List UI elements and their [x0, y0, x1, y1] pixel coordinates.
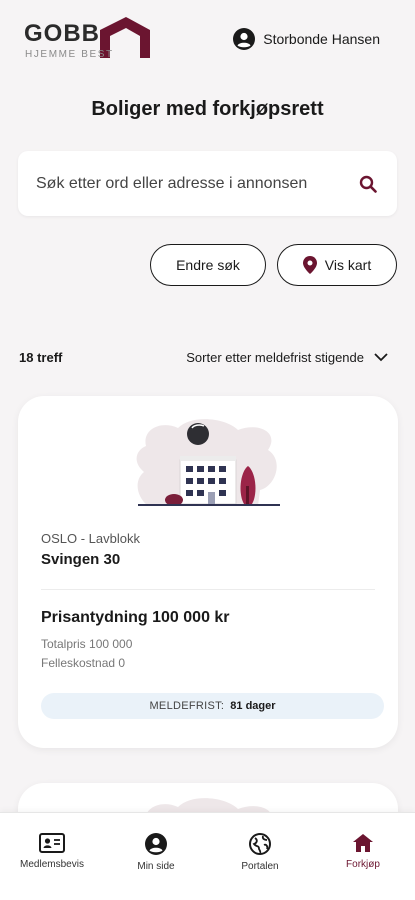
listing-address: Svingen 30: [41, 551, 121, 568]
card-divider: [41, 589, 375, 590]
tab-forkjop[interactable]: Forkjøp: [311, 833, 415, 870]
logo-wordmark: GOBB: [24, 20, 100, 47]
listing-location: OSLO - Lavblokk: [41, 531, 140, 546]
deadline-badge: MELDEFRIST: 81 dager: [41, 693, 384, 719]
map-pin-icon: [302, 256, 317, 274]
result-count: 18 treff: [19, 350, 63, 365]
tab-min-side[interactable]: Min side: [104, 833, 208, 872]
apartment-building-illustration: [136, 419, 280, 506]
show-map-button[interactable]: Vis kart: [277, 244, 397, 286]
app-header: GOBB HJEMME BEST Storbonde Hansen: [0, 0, 415, 80]
search-bar: [18, 151, 397, 216]
user-avatar-icon: [233, 28, 256, 50]
user-menu[interactable]: Storbonde Hansen: [233, 28, 380, 50]
listing-card[interactable]: OSLO - Lavblokk Svingen 30 Prisantydning…: [18, 396, 398, 748]
listing-shared-cost: Felleskostnad 0: [41, 656, 126, 670]
deadline-label: MELDEFRIST:: [149, 700, 225, 712]
tab-label: Medlemsbevis: [20, 859, 84, 870]
logo-tagline: HJEMME BEST: [25, 49, 114, 60]
tab-medlemsbevis[interactable]: Medlemsbevis: [0, 833, 104, 870]
home-icon: [353, 834, 373, 852]
deadline-value: 81 dager: [230, 700, 276, 712]
change-search-label: Endre søk: [176, 257, 240, 273]
tab-portalen[interactable]: Portalen: [208, 833, 312, 872]
gobb-logo[interactable]: GOBB HJEMME BEST: [24, 14, 154, 62]
user-name: Storbonde Hansen: [263, 31, 380, 47]
bottom-tab-bar: Medlemsbevis Min side Portalen Forkjøp: [0, 812, 415, 900]
chevron-down-icon: [374, 353, 388, 362]
listing-price: Prisantydning 100 000 kr: [41, 609, 230, 626]
page-title: Boliger med forkjøpsrett: [91, 98, 324, 120]
tab-label: Min side: [137, 861, 175, 872]
tab-label: Portalen: [241, 861, 279, 872]
show-map-label: Vis kart: [324, 257, 372, 273]
id-card-icon: [39, 833, 65, 853]
search-icon[interactable]: [359, 175, 377, 193]
user-circle-icon: [145, 833, 167, 855]
globe-icon: [249, 833, 271, 855]
listing-total-price: Totalpris 100 000: [41, 637, 133, 651]
search-input[interactable]: [36, 151, 336, 216]
sort-dropdown[interactable]: Sorter etter meldefrist stigende: [186, 350, 388, 365]
sort-label: Sorter etter meldefrist stigende: [186, 350, 364, 365]
change-search-button[interactable]: Endre søk: [150, 244, 266, 286]
tab-label: Forkjøp: [346, 859, 380, 870]
